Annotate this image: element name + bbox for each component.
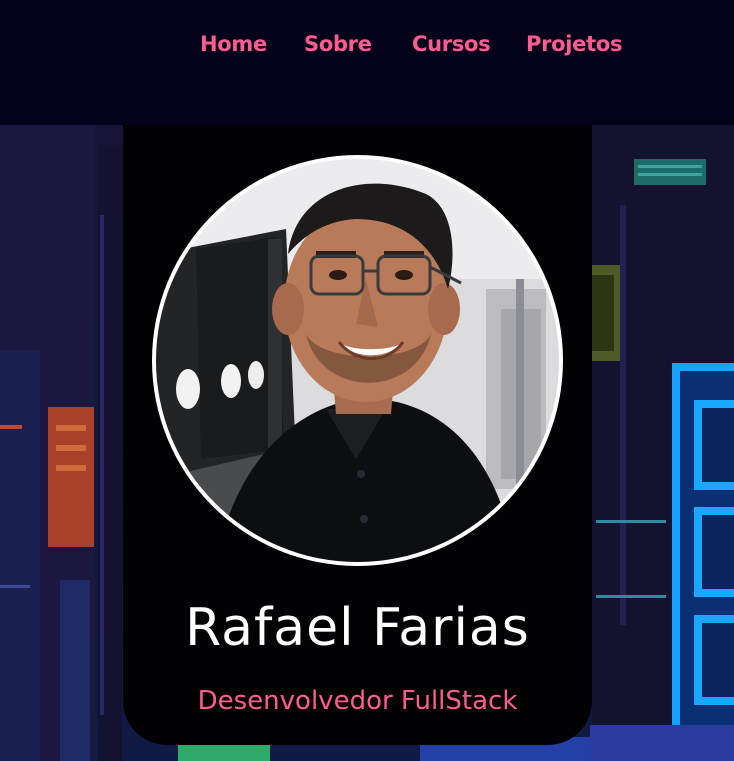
navbar: Home Sobre Cursos Projetos <box>0 0 734 125</box>
nav-menu: Home Sobre Cursos Projetos <box>0 28 734 62</box>
profile-name: Rafael Farias <box>185 598 530 658</box>
profile-avatar <box>152 155 563 566</box>
profile-role: Desenvolvedor FullStack <box>197 686 518 716</box>
nav-link-sobre[interactable]: Sobre <box>304 28 372 60</box>
nav-link-home[interactable]: Home <box>200 28 267 60</box>
nav-link-projetos[interactable]: Projetos <box>526 28 622 60</box>
avatar-photo <box>156 159 559 562</box>
nav-link-cursos[interactable]: Cursos <box>412 28 491 60</box>
